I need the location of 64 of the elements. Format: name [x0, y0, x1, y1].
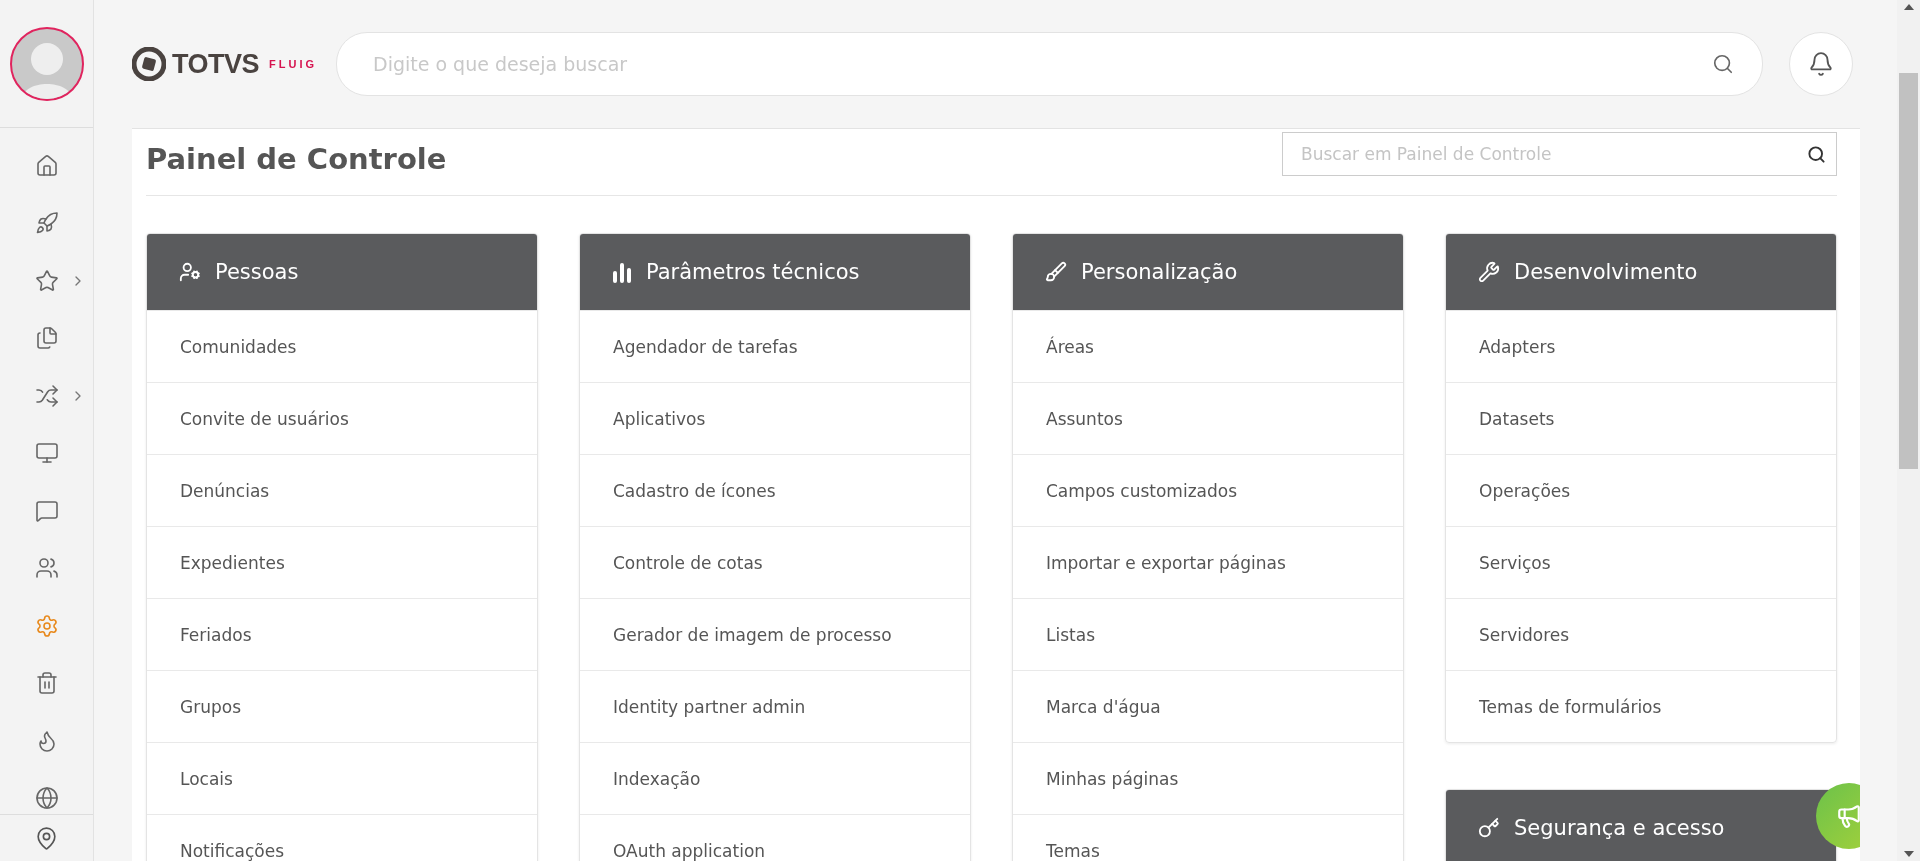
section-title: Pessoas	[215, 260, 299, 284]
wrench-icon	[1478, 261, 1500, 283]
panel-search-input[interactable]: Buscar em Painel de Controle	[1299, 143, 1807, 165]
menu-link[interactable]: Aplicativos	[580, 382, 970, 454]
menu-link[interactable]: Temas de formulários	[1446, 670, 1836, 742]
search-icon[interactable]	[1712, 53, 1734, 75]
scroll-up-icon[interactable]	[1903, 4, 1914, 10]
menu-link[interactable]: Convite de usuários	[147, 382, 537, 454]
menu-link[interactable]: Minhas páginas	[1013, 742, 1403, 814]
menu-link[interactable]: Cadastro de ícones	[580, 454, 970, 526]
menu-link[interactable]: Marca d'água	[1013, 670, 1403, 742]
menu-link[interactable]: Gerador de imagem de processo	[580, 598, 970, 670]
menu-link[interactable]: Listas	[1013, 598, 1403, 670]
menu-link[interactable]: Temas	[1013, 814, 1403, 861]
logo-product: FLUIG	[269, 58, 318, 70]
trash-icon[interactable]	[34, 671, 59, 696]
menu-link[interactable]: Locais	[147, 742, 537, 814]
menu-link[interactable]: Notificações	[147, 814, 537, 861]
menu-link[interactable]: Servidores	[1446, 598, 1836, 670]
rocket-icon[interactable]	[34, 211, 59, 236]
menu-link[interactable]: Identity partner admin	[580, 670, 970, 742]
documents-icon[interactable]	[34, 326, 59, 351]
panel-search-field[interactable]: Buscar em Painel de Controle	[1282, 132, 1837, 176]
section-title: Personalização	[1081, 260, 1238, 284]
location-icon[interactable]	[34, 825, 59, 851]
bell-icon[interactable]	[1808, 51, 1834, 77]
users-gear-icon	[179, 261, 201, 283]
section-title: Desenvolvimento	[1514, 260, 1698, 284]
menu-link[interactable]: Feriados	[147, 598, 537, 670]
menu-link[interactable]: Expedientes	[147, 526, 537, 598]
menu-link[interactable]: Denúncias	[147, 454, 537, 526]
bar-chart-icon	[612, 261, 632, 283]
menu-link[interactable]: Controle de cotas	[580, 526, 970, 598]
logo-icon	[132, 47, 166, 81]
users-icon[interactable]	[34, 556, 59, 581]
logo-brand: TOTVS	[172, 48, 260, 80]
menu-link[interactable]: Operações	[1446, 454, 1836, 526]
section-title: Parâmetros técnicos	[646, 260, 860, 284]
menu-link[interactable]: Adapters	[1446, 310, 1836, 382]
menu-link[interactable]: OAuth application	[580, 814, 970, 861]
scrollbar-thumb[interactable]	[1899, 73, 1918, 469]
star-icon[interactable]	[34, 268, 59, 293]
menu-link[interactable]: Assuntos	[1013, 382, 1403, 454]
monitor-icon[interactable]	[34, 441, 59, 466]
home-icon[interactable]	[34, 153, 59, 178]
globe-icon[interactable]	[34, 786, 59, 811]
section-title: Segurança e acesso	[1514, 816, 1725, 840]
menu-link[interactable]: Importar e exportar páginas	[1013, 526, 1403, 598]
menu-link[interactable]: Datasets	[1446, 382, 1836, 454]
scrollbar[interactable]	[1897, 0, 1920, 861]
menu-link[interactable]: Indexação	[580, 742, 970, 814]
menu-link[interactable]: Áreas	[1013, 310, 1403, 382]
search-icon[interactable]	[1807, 144, 1826, 164]
arrows-icon[interactable]	[34, 383, 59, 408]
menu-link[interactable]: Campos customizados	[1013, 454, 1403, 526]
menu-link[interactable]: Agendador de tarefas	[580, 310, 970, 382]
chat-icon[interactable]	[34, 498, 59, 523]
menu-link[interactable]: Serviços	[1446, 526, 1836, 598]
brush-icon	[1045, 261, 1067, 283]
menu-link[interactable]: Comunidades	[147, 310, 537, 382]
key-icon	[1478, 817, 1500, 839]
menu-link[interactable]: Grupos	[147, 670, 537, 742]
page-title: Painel de Controle	[146, 142, 447, 176]
scroll-down-icon[interactable]	[1903, 851, 1914, 857]
